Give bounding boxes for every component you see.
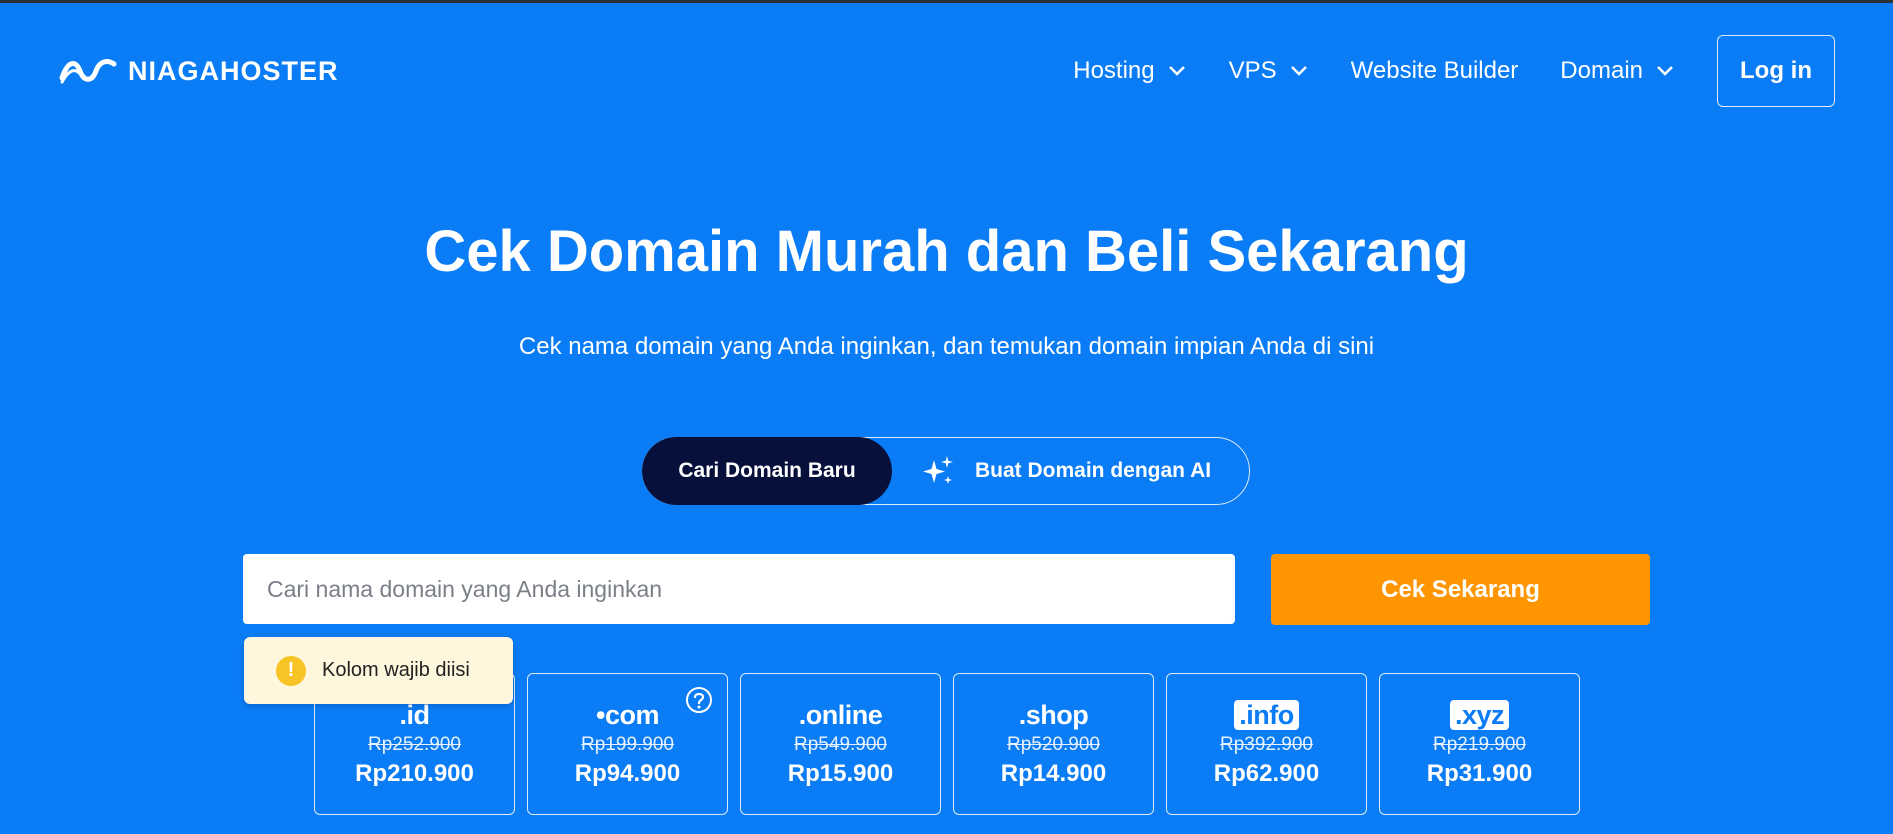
page-title: Cek Domain Murah dan Beli Sekarang (424, 219, 1469, 284)
nav-item-label: Hosting (1073, 57, 1155, 84)
domain-card-online[interactable]: .online Rp549.900 Rp15.900 (740, 673, 941, 815)
current-price: Rp62.900 (1213, 760, 1320, 787)
nav-item-label: Domain (1560, 57, 1643, 84)
nav-item-vps[interactable]: VPS (1229, 57, 1309, 85)
nav-item-website-builder[interactable]: Website Builder (1351, 57, 1519, 85)
nav-item-hosting[interactable]: Hosting (1073, 57, 1186, 85)
tld-label: .online (798, 700, 883, 730)
tld-label: .xyz (1380, 700, 1579, 731)
login-button[interactable]: Log in (1717, 35, 1835, 107)
tld-text: .info (1234, 700, 1299, 730)
window-top-border (0, 0, 1893, 3)
old-price: Rp549.900 (794, 734, 887, 755)
search-mode-toggle: Cari Domain Baru Buat Domain dengan AI (642, 437, 1250, 505)
tab-buat-domain-ai[interactable]: Buat Domain dengan AI (921, 438, 1211, 504)
old-price: Rp199.900 (581, 734, 674, 755)
domain-card-shop[interactable]: .shop Rp520.900 Rp14.900 (953, 673, 1154, 815)
main-nav: Hosting VPS Website Builder Domain Log i… (1073, 35, 1835, 107)
tab-cari-domain-baru[interactable]: Cari Domain Baru (642, 437, 892, 505)
current-price: Rp94.900 (574, 760, 681, 787)
current-price: Rp210.900 (355, 760, 474, 787)
nav-item-label: VPS (1228, 57, 1277, 84)
validation-tooltip: ! Kolom wajib diisi (244, 637, 513, 704)
tld-label: .shop (1018, 700, 1089, 730)
chevron-down-icon (1168, 66, 1185, 76)
chevron-down-icon (1657, 66, 1673, 76)
help-icon[interactable] (685, 686, 713, 714)
old-price: Rp392.900 (1220, 734, 1313, 755)
tld-label: .id (399, 700, 431, 730)
nav-item-domain[interactable]: Domain (1560, 57, 1675, 85)
sparkles-icon (923, 456, 953, 484)
validation-message: Kolom wajib diisi (322, 659, 470, 681)
domain-search-input[interactable] (243, 554, 1235, 624)
cek-sekarang-button[interactable]: Cek Sekarang (1271, 554, 1650, 625)
warning-icon: ! (276, 655, 306, 686)
niagahoster-logo[interactable]: NIAGAHOSTER (58, 56, 339, 86)
logo-text: NIAGAHOSTER (128, 55, 339, 86)
domain-card-xyz[interactable]: .xyz Rp219.900 Rp31.900 (1379, 673, 1580, 815)
old-price: Rp252.900 (368, 734, 461, 755)
domain-card-info[interactable]: .info Rp392.900 Rp62.900 (1166, 673, 1367, 815)
current-price: Rp14.900 (1000, 760, 1107, 787)
old-price: Rp520.900 (1007, 734, 1100, 755)
logo-wave-icon (59, 59, 117, 84)
old-price: Rp219.900 (1433, 734, 1526, 755)
tld-label: .info (1167, 700, 1366, 731)
current-price: Rp31.900 (1426, 760, 1533, 787)
nav-item-label: Website Builder (1350, 57, 1519, 84)
ai-tab-label: Buat Domain dengan AI (975, 459, 1212, 482)
page-subtitle: Cek nama domain yang Anda inginkan, dan … (518, 333, 1375, 360)
chevron-down-icon (1290, 66, 1307, 76)
domain-card-com[interactable]: •com Rp199.900 Rp94.900 (527, 673, 728, 815)
tld-text: .xyz (1449, 700, 1510, 730)
current-price: Rp15.900 (787, 760, 894, 787)
